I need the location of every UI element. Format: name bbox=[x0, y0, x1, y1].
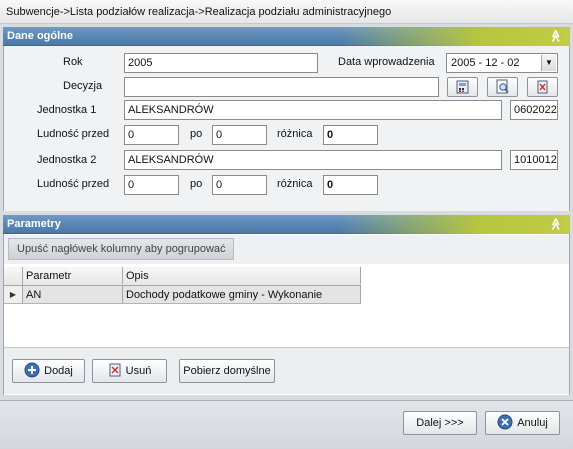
rok-input[interactable]: 2005 bbox=[124, 53, 318, 73]
general-panel-header[interactable]: Dane ogólne ≫ bbox=[3, 27, 570, 46]
calculator-icon bbox=[456, 80, 469, 94]
add-button-label: Dodaj bbox=[44, 365, 73, 377]
jednostka2-label: Jednostka 2 bbox=[37, 154, 97, 166]
group-by-hint-text: Upuść nagłówek kolumny aby pogrupować bbox=[17, 243, 226, 255]
collapse-chevron-icon[interactable]: ≫ bbox=[548, 30, 564, 43]
delete-icon bbox=[537, 80, 548, 94]
clear-decision-button[interactable] bbox=[527, 77, 558, 97]
next-button-label: Dalej >>> bbox=[416, 417, 464, 429]
params-button-bar bbox=[4, 347, 569, 394]
cell-opis: Dochody podatkowe gminy - Wykonanie bbox=[123, 286, 361, 303]
decyzja-input[interactable] bbox=[124, 77, 439, 97]
roznica2-value: 0 bbox=[323, 175, 378, 195]
ludnosc2-po-input[interactable]: 0 bbox=[212, 175, 267, 195]
ludnosc1-label: Ludność przed bbox=[37, 128, 110, 140]
ludnosc2-label: Ludność przed bbox=[37, 178, 110, 190]
column-header-parametr[interactable]: Parametr bbox=[23, 267, 123, 284]
rok-label: Rok bbox=[63, 56, 83, 68]
cell-parametr: AN bbox=[23, 286, 123, 303]
ludnosc1-przed-input[interactable]: 0 bbox=[124, 125, 179, 145]
delete-button[interactable]: Usuń bbox=[92, 359, 167, 383]
collapse-chevron-icon[interactable]: ≫ bbox=[548, 218, 564, 231]
params-panel-title: Parametry bbox=[7, 218, 61, 230]
column-header-opis[interactable]: Opis bbox=[123, 267, 361, 284]
group-by-hint[interactable]: Upuść nagłówek kolumny aby pogrupować bbox=[8, 238, 234, 260]
jednostka2-input[interactable]: ALEKSANDRÓW bbox=[124, 150, 502, 170]
jednostka1-label: Jednostka 1 bbox=[37, 104, 97, 116]
load-defaults-button[interactable]: Pobierz domyślne bbox=[179, 359, 275, 383]
close-icon bbox=[497, 414, 513, 430]
po2-label: po bbox=[190, 178, 203, 190]
grid-header: Parametr Opis bbox=[4, 267, 361, 286]
delete-button-label: Usuń bbox=[125, 365, 152, 377]
roznica1-label: różnica bbox=[277, 128, 313, 140]
ludnosc1-po-input[interactable]: 0 bbox=[212, 125, 267, 145]
jednostka2-code[interactable]: 1010012 bbox=[510, 150, 558, 170]
cancel-button-label: Anuluj bbox=[517, 417, 548, 429]
breadcrumb: Subwencje->Lista podziałów realizacja->R… bbox=[0, 0, 573, 24]
jednostka1-code[interactable]: 0602022 bbox=[510, 100, 558, 120]
decyzja-label: Decyzja bbox=[63, 80, 103, 92]
general-panel-title: Dane ogólne bbox=[7, 30, 74, 42]
delete-icon bbox=[109, 363, 121, 377]
next-button[interactable]: Dalej >>> bbox=[403, 411, 477, 435]
add-button[interactable]: Dodaj bbox=[12, 359, 85, 383]
load-defaults-label: Pobierz domyślne bbox=[183, 365, 271, 377]
table-row[interactable]: ▶ AN Dochody podatkowe gminy - Wykonanie bbox=[4, 286, 361, 304]
roznica1-value: 0 bbox=[323, 125, 378, 145]
date-value: 2005 - 12 - 02 bbox=[451, 57, 520, 69]
chevron-down-icon[interactable]: ▼ bbox=[541, 55, 556, 71]
po1-label: po bbox=[190, 128, 203, 140]
preview-decision-button[interactable] bbox=[487, 77, 518, 97]
add-icon bbox=[24, 362, 40, 378]
params-grid: Parametr Opis ▶ AN Dochody podatkowe gmi… bbox=[4, 267, 569, 347]
search-document-icon bbox=[496, 79, 509, 94]
grid-row-indicator-header bbox=[4, 267, 23, 285]
date-label: Data wprowadzenia bbox=[338, 56, 435, 68]
date-picker[interactable]: 2005 - 12 - 02 ▼ bbox=[446, 53, 558, 73]
breadcrumb-text: Subwencje->Lista podziałów realizacja->R… bbox=[6, 6, 392, 18]
roznica2-label: różnica bbox=[277, 178, 313, 190]
select-decision-button[interactable] bbox=[447, 77, 478, 97]
ludnosc2-przed-input[interactable]: 0 bbox=[124, 175, 179, 195]
jednostka1-input[interactable]: ALEKSANDRÓW bbox=[124, 100, 502, 120]
cancel-button[interactable]: Anuluj bbox=[485, 411, 560, 435]
params-panel-header[interactable]: Parametry ≫ bbox=[3, 215, 570, 234]
row-indicator-arrow-icon: ▶ bbox=[4, 286, 23, 303]
